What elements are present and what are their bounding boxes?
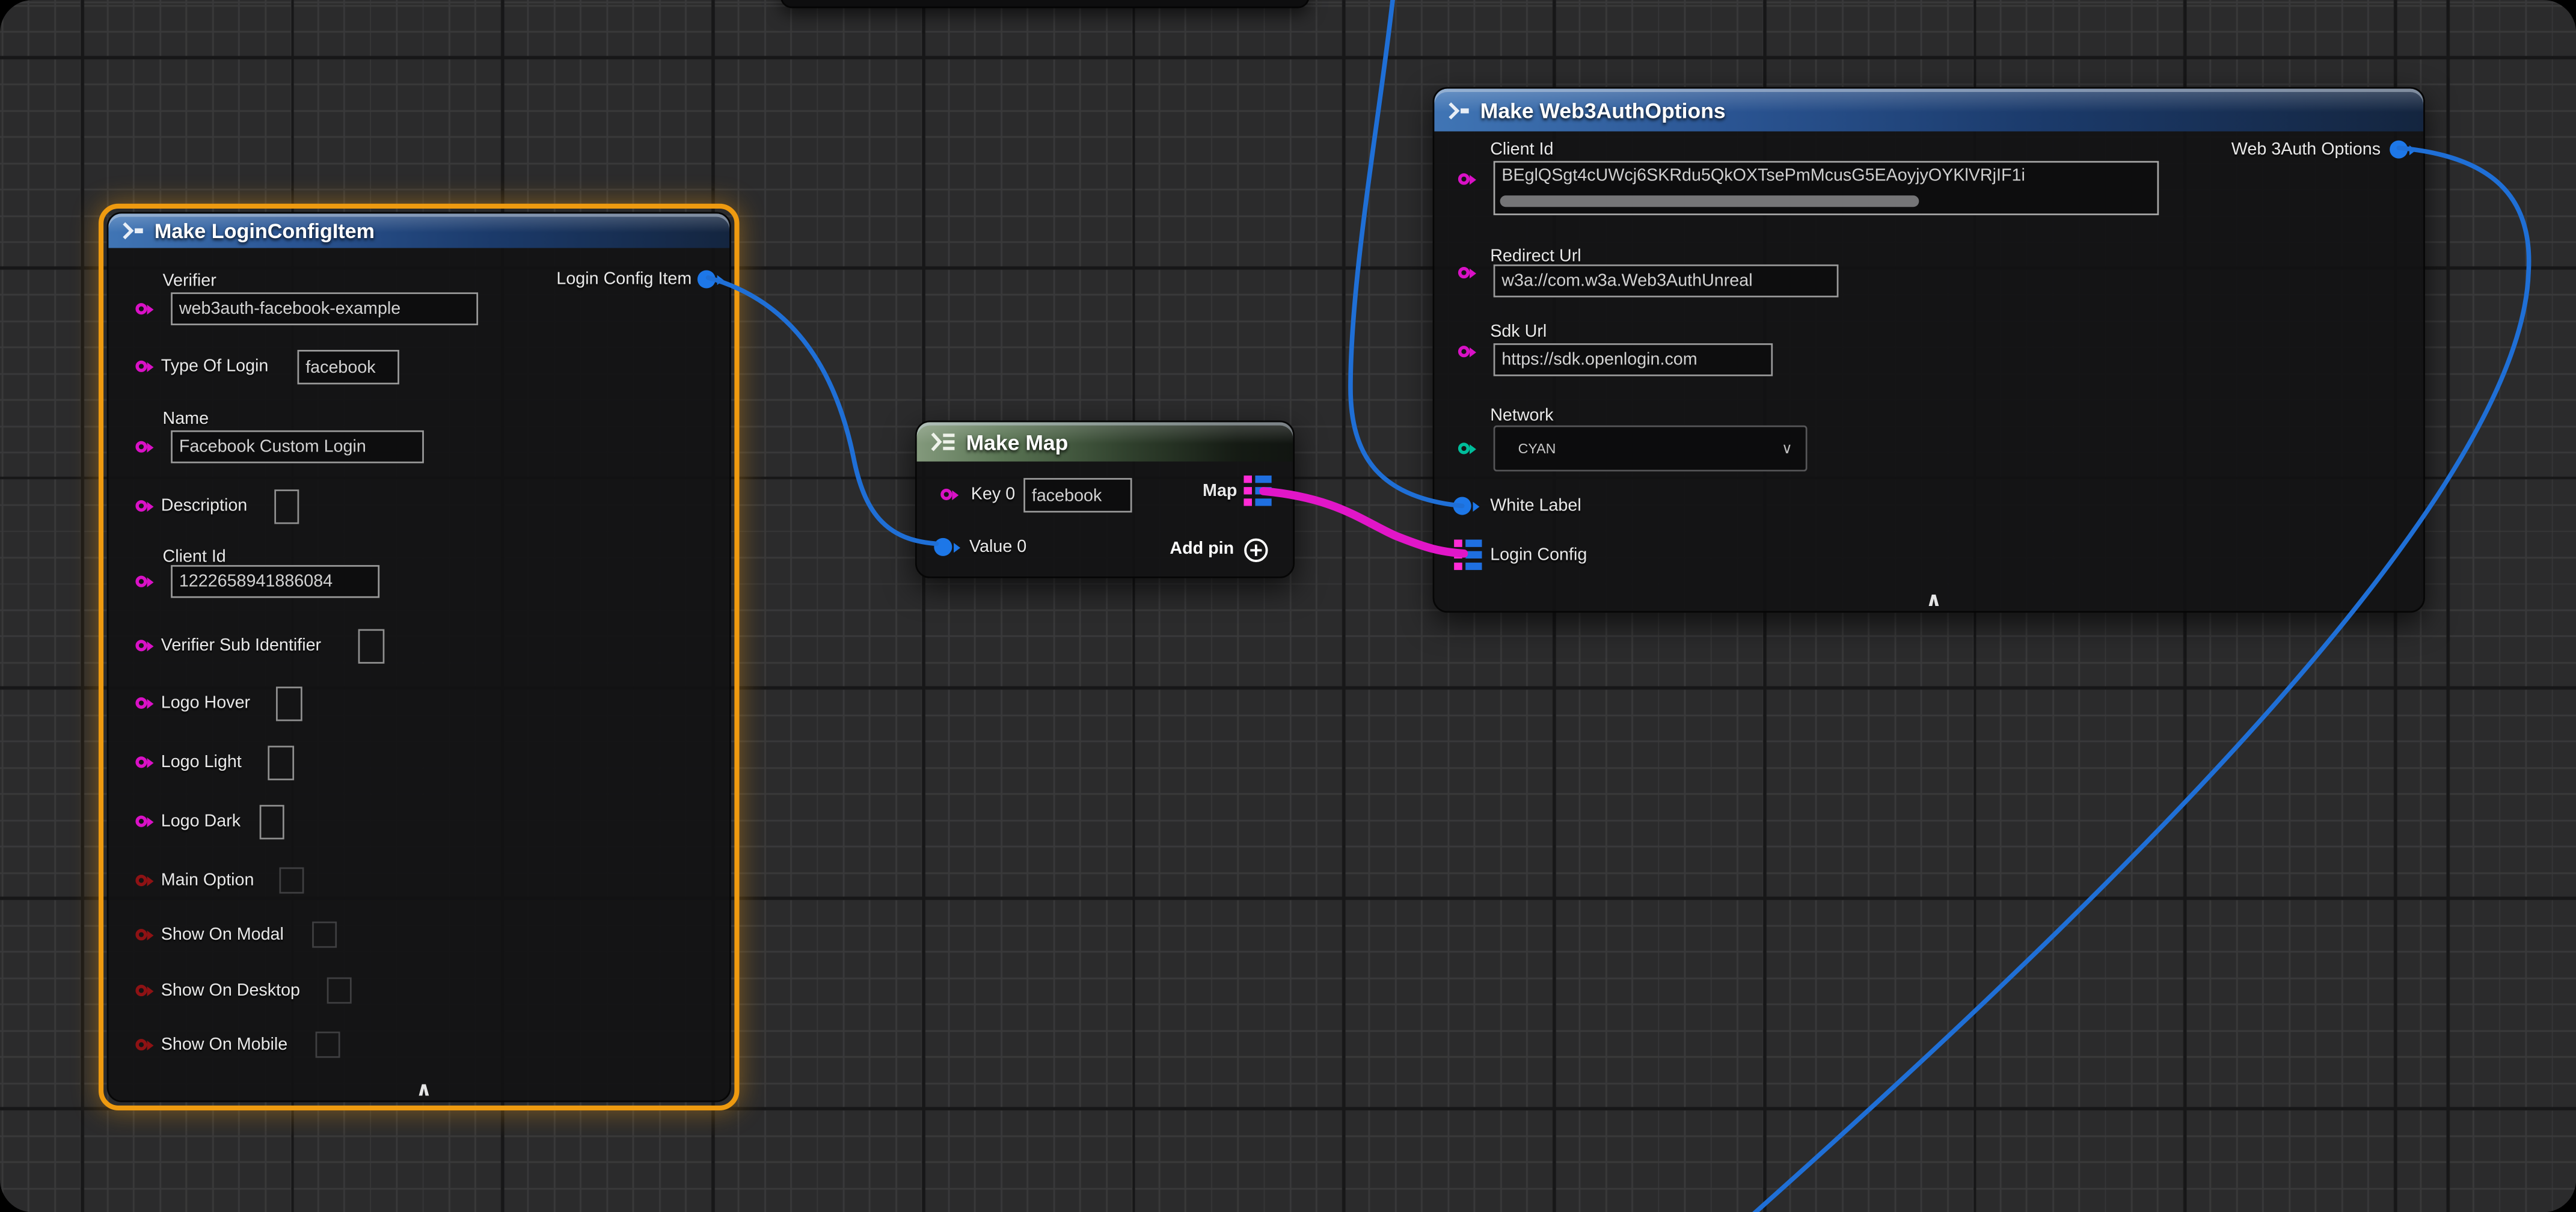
pin-description[interactable] (135, 500, 147, 512)
node-header[interactable]: Make LoginConfigItem (108, 213, 729, 248)
pin-label-main-option: Main Option (161, 871, 254, 890)
pin-label-key0: Key 0 (971, 485, 1015, 504)
pin-verifier[interactable] (135, 303, 147, 314)
pin-label-logo-dark: Logo Dark (161, 812, 241, 831)
pin-client-id[interactable] (1458, 173, 1470, 185)
add-pin-button[interactable]: Add pin (1170, 539, 1234, 559)
pin-label-logo-light: Logo Light (161, 752, 242, 772)
pin-show-on-desktop[interactable] (135, 985, 147, 996)
pin-label-white-label: White Label (1490, 496, 1581, 516)
pin-sdk-url[interactable] (1458, 346, 1470, 357)
pin-label-show-on-desktop: Show On Desktop (161, 981, 300, 1000)
logo-hover-field[interactable] (276, 687, 302, 721)
output-pin-label: Web 3Auth Options (2231, 139, 2381, 159)
selection-outline-make-loginconfigitem: Make LoginConfigItem Login Config Item V… (99, 204, 740, 1110)
network-selected-value: CYAN (1518, 440, 1556, 456)
pin-label-map-output: Map (1203, 482, 1237, 501)
node-make-loginconfigitem[interactable]: Make LoginConfigItem Login Config Item V… (107, 212, 731, 1102)
redirect-url-field[interactable]: w3a://com.w3a.Web3AuthUnreal (1494, 265, 1839, 298)
pin-client-id[interactable] (135, 576, 147, 587)
pin-label-sdk-url: Sdk Url (1490, 322, 1547, 342)
pin-label-verifier: Verifier (162, 271, 216, 291)
client-id-scrollbar[interactable] (1500, 195, 1919, 207)
pin-label-network: Network (1490, 406, 1553, 426)
verifier-field[interactable]: web3auth-facebook-example (171, 292, 478, 325)
show-on-desktop-checkbox[interactable] (327, 978, 352, 1004)
node-header[interactable]: Make Web3AuthOptions (1434, 89, 2423, 132)
node-title: Make LoginConfigItem (155, 219, 375, 242)
network-dropdown[interactable]: CYAN ∨ (1494, 426, 1808, 472)
logo-dark-field[interactable] (260, 805, 284, 839)
sdk-url-field[interactable]: https://sdk.openlogin.com (1494, 343, 1773, 376)
pin-redirect-url[interactable] (1458, 267, 1470, 278)
node-make-map[interactable]: Make Map Key 0 facebook Map Value 0 Add … (915, 420, 1295, 578)
blueprint-graph-canvas[interactable]: Make LoginConfigItem Login Config Item V… (0, 0, 2576, 1212)
pin-label-client-id: Client Id (1490, 139, 1553, 159)
pin-label-value0: Value 0 (969, 537, 1026, 557)
client-id-field[interactable]: BEglQSgt4cUWcj6SKRdu5QkOXTsePmMcusG5EAoy… (1494, 161, 2159, 215)
pin-logo-dark[interactable] (135, 816, 147, 827)
collapse-node-chevron-icon[interactable]: ∧ (1926, 590, 1942, 610)
pin-label-logo-hover: Logo Hover (161, 693, 250, 713)
pin-name[interactable] (135, 441, 147, 453)
pin-label-verifier-sub-identifier: Verifier Sub Identifier (161, 635, 321, 655)
make-struct-icon (121, 222, 144, 240)
pin-label-show-on-mobile: Show On Mobile (161, 1035, 288, 1054)
make-struct-icon (1447, 101, 1470, 119)
client-id-value: BEglQSgt4cUWcj6SKRdu5QkOXTsePmMcusG5EAoy… (1501, 166, 2154, 186)
output-pin-label: Login Config Item (556, 269, 692, 289)
pin-verifier-sub-identifier[interactable] (135, 640, 147, 651)
description-field[interactable] (274, 489, 299, 524)
pin-logo-hover[interactable] (135, 697, 147, 709)
show-on-mobile-checkbox[interactable] (316, 1032, 340, 1058)
chevron-down-icon: ∨ (1782, 439, 1792, 458)
add-pin-plus-icon[interactable] (1244, 538, 1268, 563)
collapse-node-chevron-icon[interactable]: ∧ (416, 1079, 432, 1099)
node-header[interactable]: Make Map (917, 422, 1293, 462)
make-map-icon (930, 432, 956, 452)
logo-light-field[interactable] (268, 745, 294, 780)
pin-label-redirect-url: Redirect Url (1490, 246, 1581, 266)
pin-main-option[interactable] (135, 875, 147, 886)
pin-label-description: Description (161, 496, 248, 516)
pin-value0[interactable] (934, 538, 952, 556)
pin-label-type-of-login: Type Of Login (161, 357, 269, 376)
type-of-login-field[interactable]: facebook (298, 350, 399, 384)
pin-type-of-login[interactable] (135, 361, 147, 372)
offscreen-node-bottom[interactable] (780, 0, 1310, 8)
verifier-sub-identifier-field[interactable] (358, 629, 385, 663)
main-option-checkbox[interactable] (279, 868, 304, 894)
client-id-field[interactable]: 1222658941886084 (171, 565, 379, 598)
wire-loginconfigitem-to-value0[interactable] (708, 278, 937, 544)
pin-show-on-modal[interactable] (135, 929, 147, 940)
pin-label-login-config: Login Config (1490, 545, 1587, 565)
pin-label-show-on-modal: Show On Modal (161, 925, 284, 944)
pin-label-name: Name (162, 409, 209, 429)
name-field[interactable]: Facebook Custom Login (171, 430, 424, 464)
show-on-modal-checkbox[interactable] (312, 922, 337, 948)
node-title: Make Map (966, 429, 1069, 454)
add-pin-label: Add pin (1170, 539, 1234, 559)
pin-key0[interactable] (940, 489, 952, 500)
pin-network[interactable] (1458, 442, 1470, 454)
key0-field[interactable]: facebook (1023, 478, 1132, 512)
node-title: Make Web3AuthOptions (1480, 98, 1726, 123)
node-make-web3authoptions[interactable]: Make Web3AuthOptions Web 3Auth Options C… (1433, 87, 2425, 613)
pin-show-on-mobile[interactable] (135, 1039, 147, 1050)
pin-logo-light[interactable] (135, 756, 147, 768)
pin-label-client-id: Client Id (162, 547, 225, 567)
